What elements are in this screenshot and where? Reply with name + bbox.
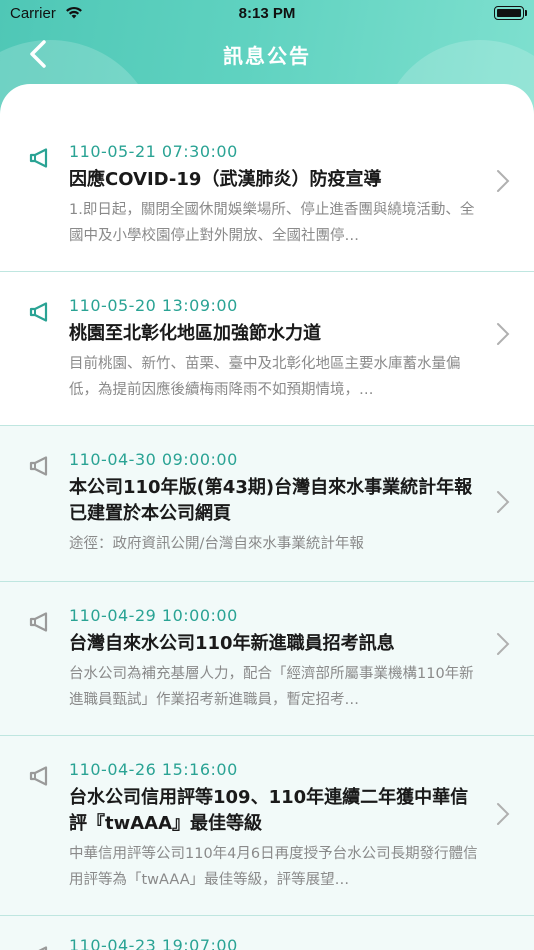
list-item[interactable]: 110-05-20 13:09:00 桃園至北彰化地區加強節水力道 目前桃園、新…	[0, 272, 534, 426]
clock-time: 8:13 PM	[238, 5, 296, 22]
item-body: 1.即日起，關閉全國休閒娛樂場所、停止進香團與繞境活動、全國中及小學校園停止對外…	[69, 202, 475, 244]
page-title: 訊息公告	[223, 44, 311, 68]
megaphone-icon	[38, 946, 48, 950]
item-date: 110-05-20 13:09:00	[69, 296, 238, 315]
list-item[interactable]: 110-04-26 15:16:00 台水公司信用評等109、110年連續二年獲…	[0, 736, 534, 916]
item-date: 110-04-29 10:00:00	[69, 606, 238, 625]
megaphone-icon	[29, 766, 48, 786]
battery-icon	[494, 6, 527, 20]
item-body: 途徑：政府資訊公開/台灣自來水事業統計年報	[69, 536, 364, 552]
chevron-right-icon	[497, 170, 510, 192]
megaphone-icon	[29, 302, 48, 322]
item-date: 110-05-21 07:30:00	[69, 142, 238, 161]
chevron-right-icon	[497, 803, 510, 825]
item-body: 目前桃園、新竹、苗栗、臺中及北彰化地區主要水庫蓄水量偏低，為提前因應後續梅雨降雨…	[69, 356, 461, 398]
list-item[interactable]: 110-04-23 19:07:00	[0, 916, 534, 950]
item-title: 因應COVID-19（武漢肺炎）防疫宣導	[69, 169, 382, 190]
list-item[interactable]: 110-04-30 09:00:00 本公司110年版(第43期)台灣自來水事業…	[0, 426, 534, 582]
status-bar: Carrier 8:13 PM	[0, 0, 534, 28]
chevron-right-icon	[497, 491, 510, 513]
list-item[interactable]: 110-05-21 07:30:00 因應COVID-19（武漢肺炎）防疫宣導 …	[0, 117, 534, 272]
item-date: 110-04-30 09:00:00	[69, 450, 238, 469]
item-title: 台水公司信用評等109、110年連續二年獲中華信評『twAAA』最佳等級	[69, 787, 469, 834]
megaphone-icon	[29, 148, 48, 168]
chevron-right-icon	[497, 323, 510, 345]
megaphone-icon	[29, 612, 48, 632]
item-body: 台水公司為補充基層人力，配合「經濟部所屬事業機構110年新進職員甄試」作業招考新…	[69, 666, 474, 708]
megaphone-icon	[29, 456, 48, 476]
item-title: 台灣自來水公司110年新進職員招考訊息	[69, 633, 395, 654]
chevron-right-icon	[497, 633, 510, 655]
list-item[interactable]: 110-04-29 10:00:00 台灣自來水公司110年新進職員招考訊息 台…	[0, 582, 534, 736]
item-title: 桃園至北彰化地區加強節水力道	[69, 323, 321, 344]
item-body: 中華信用評等公司110年4月6日再度授予台水公司長期發行體信用評等為「twAAA…	[69, 846, 478, 888]
item-title: 本公司110年版(第43期)台灣自來水事業統計年報已建置於本公司網頁	[69, 477, 473, 524]
item-date: 110-04-26 15:16:00	[69, 760, 238, 779]
item-date: 110-04-23 19:07:00	[69, 936, 238, 950]
